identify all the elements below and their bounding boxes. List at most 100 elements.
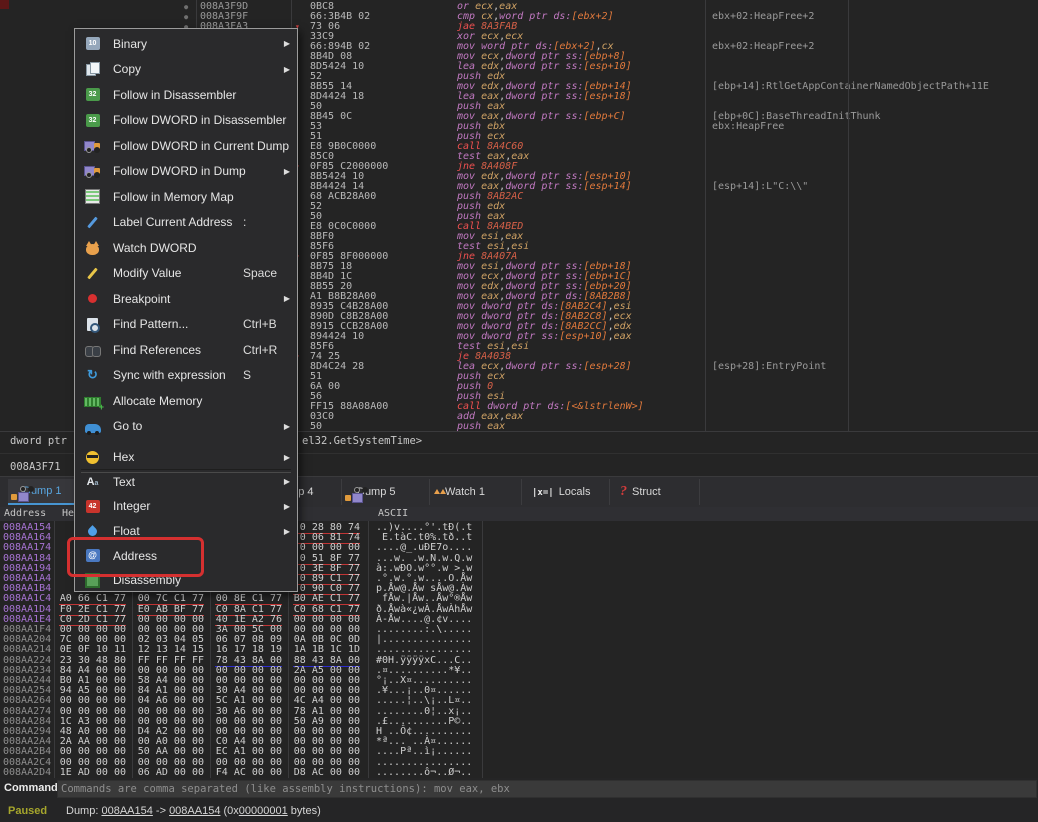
dump-hex-group[interactable]: 12 13 14 15 xyxy=(137,645,204,655)
menu-item-follow-dword-in-current-dump[interactable]: Follow DWORD in Current Dump xyxy=(75,133,297,159)
dump-truck-icon xyxy=(84,163,101,179)
status-open-paren: (0x xyxy=(220,805,238,817)
dump-hex-group[interactable]: 16 17 18 19 xyxy=(215,645,282,655)
menu-item-label: Modify Value xyxy=(113,266,181,280)
menu-item-binary[interactable]: 10Binary▶ xyxy=(75,31,297,57)
dump-row[interactable]: 008AA2D4 1E AD 00 00 06 AD 00 00 F4 AC 00 0… xyxy=(0,768,1038,778)
menu-item-go-to[interactable]: Go to ▶ xyxy=(75,414,297,440)
menu-item-copy[interactable]: Copy▶ xyxy=(75,57,297,83)
command-input[interactable] xyxy=(57,780,1037,798)
dump-hex-group[interactable]: 00 00 00 00 xyxy=(59,747,126,757)
menu-item-label-current-address[interactable]: Label Current Address: xyxy=(75,210,297,236)
dump-ascii[interactable]: ........ô¬..Ø¬.. xyxy=(376,768,472,778)
menu-item-label: Integer xyxy=(113,499,150,513)
dump-hex-group[interactable]: 0E 0F 10 11 xyxy=(59,645,126,655)
copy-icon xyxy=(84,61,101,77)
dump-hex-group[interactable]: 06 AD 00 00 xyxy=(137,768,204,778)
dump-address[interactable]: 008AA214 xyxy=(3,645,51,655)
locals-icon: |x=| xyxy=(532,486,554,498)
submenu-arrow-icon: ▶ xyxy=(284,294,290,303)
menu-item-text[interactable]: AaText▶ xyxy=(75,470,297,495)
menu-item-label: Go to xyxy=(113,419,142,433)
memory-map-icon xyxy=(84,189,101,205)
dump-hex-group[interactable]: F4 AC 00 00 xyxy=(215,768,282,778)
dump-address[interactable]: 008AA264 xyxy=(3,696,51,706)
dump-ascii[interactable]: fÅw.|Åw..Åw°®Åw xyxy=(376,594,472,604)
menu-item-breakpoint[interactable]: Breakpoint▶ xyxy=(75,286,297,312)
allocate-memory-icon: + xyxy=(84,393,101,409)
menu-item-find-pattern[interactable]: Find Pattern... Ctrl+B xyxy=(75,312,297,338)
submenu-arrow-icon: ▶ xyxy=(284,422,290,431)
menu-item-follow-dword-in-dump[interactable]: Follow DWORD in Dump▶ xyxy=(75,159,297,185)
tab-label: Watch 1 xyxy=(445,486,485,498)
menu-item-label: Find Pattern... xyxy=(113,317,188,331)
menu-item-integer[interactable]: 42 Integer ▶ xyxy=(75,494,297,519)
menu-item-modify-value[interactable]: Modify Value Space xyxy=(75,261,297,287)
menu-item-watch-dword[interactable]: Watch DWORD xyxy=(75,235,297,261)
dump-hex-group[interactable]: 1A 1B 1C 1D xyxy=(293,645,360,655)
disasm-row[interactable]: ●008A3F9F66:3B4B 02cmp cx,word ptr ds:[e… xyxy=(0,12,1038,22)
dump-ascii[interactable]: .....¦..\¡..L¤.. xyxy=(376,696,472,706)
menu-item-label: Find References xyxy=(113,343,201,357)
menu-item-find-references[interactable]: Find ReferencesCtrl+R xyxy=(75,337,297,363)
menu-item-follow-dword-in-disassembler[interactable]: 32Follow DWORD in Disassembler xyxy=(75,108,297,134)
submenu-arrow-icon: ▶ xyxy=(284,502,290,511)
status-size-link[interactable]: 00000001 xyxy=(239,805,288,817)
cpu-32-icon: 32 xyxy=(84,87,101,103)
menu-item-follow-in-disassembler[interactable]: 32Follow in Disassembler xyxy=(75,82,297,108)
menu-item-shortcut: Ctrl+B xyxy=(243,317,277,331)
pencil-icon xyxy=(84,265,101,281)
breakpoint-dot-icon[interactable]: ● xyxy=(184,2,188,12)
breakpoint-dot-icon[interactable]: ● xyxy=(184,12,188,22)
dump-hex-group[interactable]: 00 00 00 00 xyxy=(293,747,360,757)
info-operand-text: dword ptr xyxy=(10,435,67,447)
hex-smiley-icon xyxy=(84,449,101,465)
menu-item-hex[interactable]: Hex▶ xyxy=(75,445,297,470)
tab-label: Locals xyxy=(559,486,591,498)
dump-hex-group[interactable]: 00 00 00 00 xyxy=(59,696,126,706)
dump-hex-group[interactable]: EC A1 00 00 xyxy=(215,747,282,757)
menu-item-sync-with-expression[interactable]: ↻Sync with expressionS xyxy=(75,363,297,389)
dump-hex-group[interactable]: 1E AD 00 00 xyxy=(59,768,126,778)
status-dump-from-link[interactable]: 008AA154 xyxy=(101,805,152,817)
tab-watch-1[interactable]: Watch 1 xyxy=(430,479,522,505)
menu-item-label: Binary xyxy=(113,37,147,51)
disasm-comment: ebx+02:HeapFree+2 xyxy=(712,42,814,52)
annotation-highlight-box xyxy=(67,537,204,577)
dump-address[interactable]: 008AA2D4 xyxy=(3,768,51,778)
menu-item-follow-in-memory-map[interactable]: Follow in Memory Map xyxy=(75,184,297,210)
dump-hex-group[interactable]: 0 00 00 00 xyxy=(293,543,360,553)
dump-ascii[interactable]: ....@_.uÐE7o.... xyxy=(376,543,472,553)
tab-locals[interactable]: |x=| Locals xyxy=(522,479,610,505)
dump-hex-group[interactable]: 04 A6 00 00 xyxy=(137,696,204,706)
dump-hex-group[interactable]: 4C A4 00 00 xyxy=(293,696,360,706)
status-dump-to-link[interactable]: 008AA154 xyxy=(169,805,220,817)
menu-item-label: Copy xyxy=(113,62,141,76)
tab-dump-5[interactable]: Dump 5 xyxy=(342,479,430,505)
context-menu: 10Binary▶Copy▶32Follow in Disassembler32… xyxy=(74,28,298,592)
dump-address[interactable]: 008AA1C4 xyxy=(3,594,51,604)
dump-address[interactable]: 008AA2B4 xyxy=(3,747,51,757)
menu-item-label: Follow in Memory Map xyxy=(113,190,234,204)
dump-ascii[interactable]: ....Pª..ì¡...... xyxy=(376,747,472,757)
menu-item-allocate-memory[interactable]: +Allocate Memory xyxy=(75,388,297,414)
status-dump-label: Dump: xyxy=(66,805,101,817)
dump-hex-group[interactable]: 50 AA 00 00 xyxy=(137,747,204,757)
dump-ascii[interactable]: ................ xyxy=(376,645,472,655)
menu-item-label: Follow DWORD in Dump xyxy=(113,164,246,178)
submenu-arrow-icon: ▶ xyxy=(284,477,290,486)
current-address-text: 008A3F71 xyxy=(10,461,61,473)
find-pattern-icon xyxy=(84,316,101,332)
integer-42-icon: 42 xyxy=(84,498,101,514)
disasm-comment: ebx+02:HeapFree+2 xyxy=(712,12,814,22)
status-arrow: -> xyxy=(153,805,169,817)
status-bar: Paused Dump: 008AA154 -> 008AA154 (0x000… xyxy=(0,800,1038,822)
dump-address[interactable]: 008AA174 xyxy=(3,543,51,553)
menu-item-label: Follow DWORD in Disassembler xyxy=(113,113,286,127)
menu-item-shortcut: Space xyxy=(243,266,277,280)
dump-hex-group[interactable]: D8 AC 00 00 xyxy=(293,768,360,778)
tab-struct[interactable]: ?Struct xyxy=(610,479,700,505)
breakpoint-icon xyxy=(84,291,101,307)
dump-hex-group[interactable]: 5C A1 00 00 xyxy=(215,696,282,706)
cat-icon xyxy=(84,240,101,256)
